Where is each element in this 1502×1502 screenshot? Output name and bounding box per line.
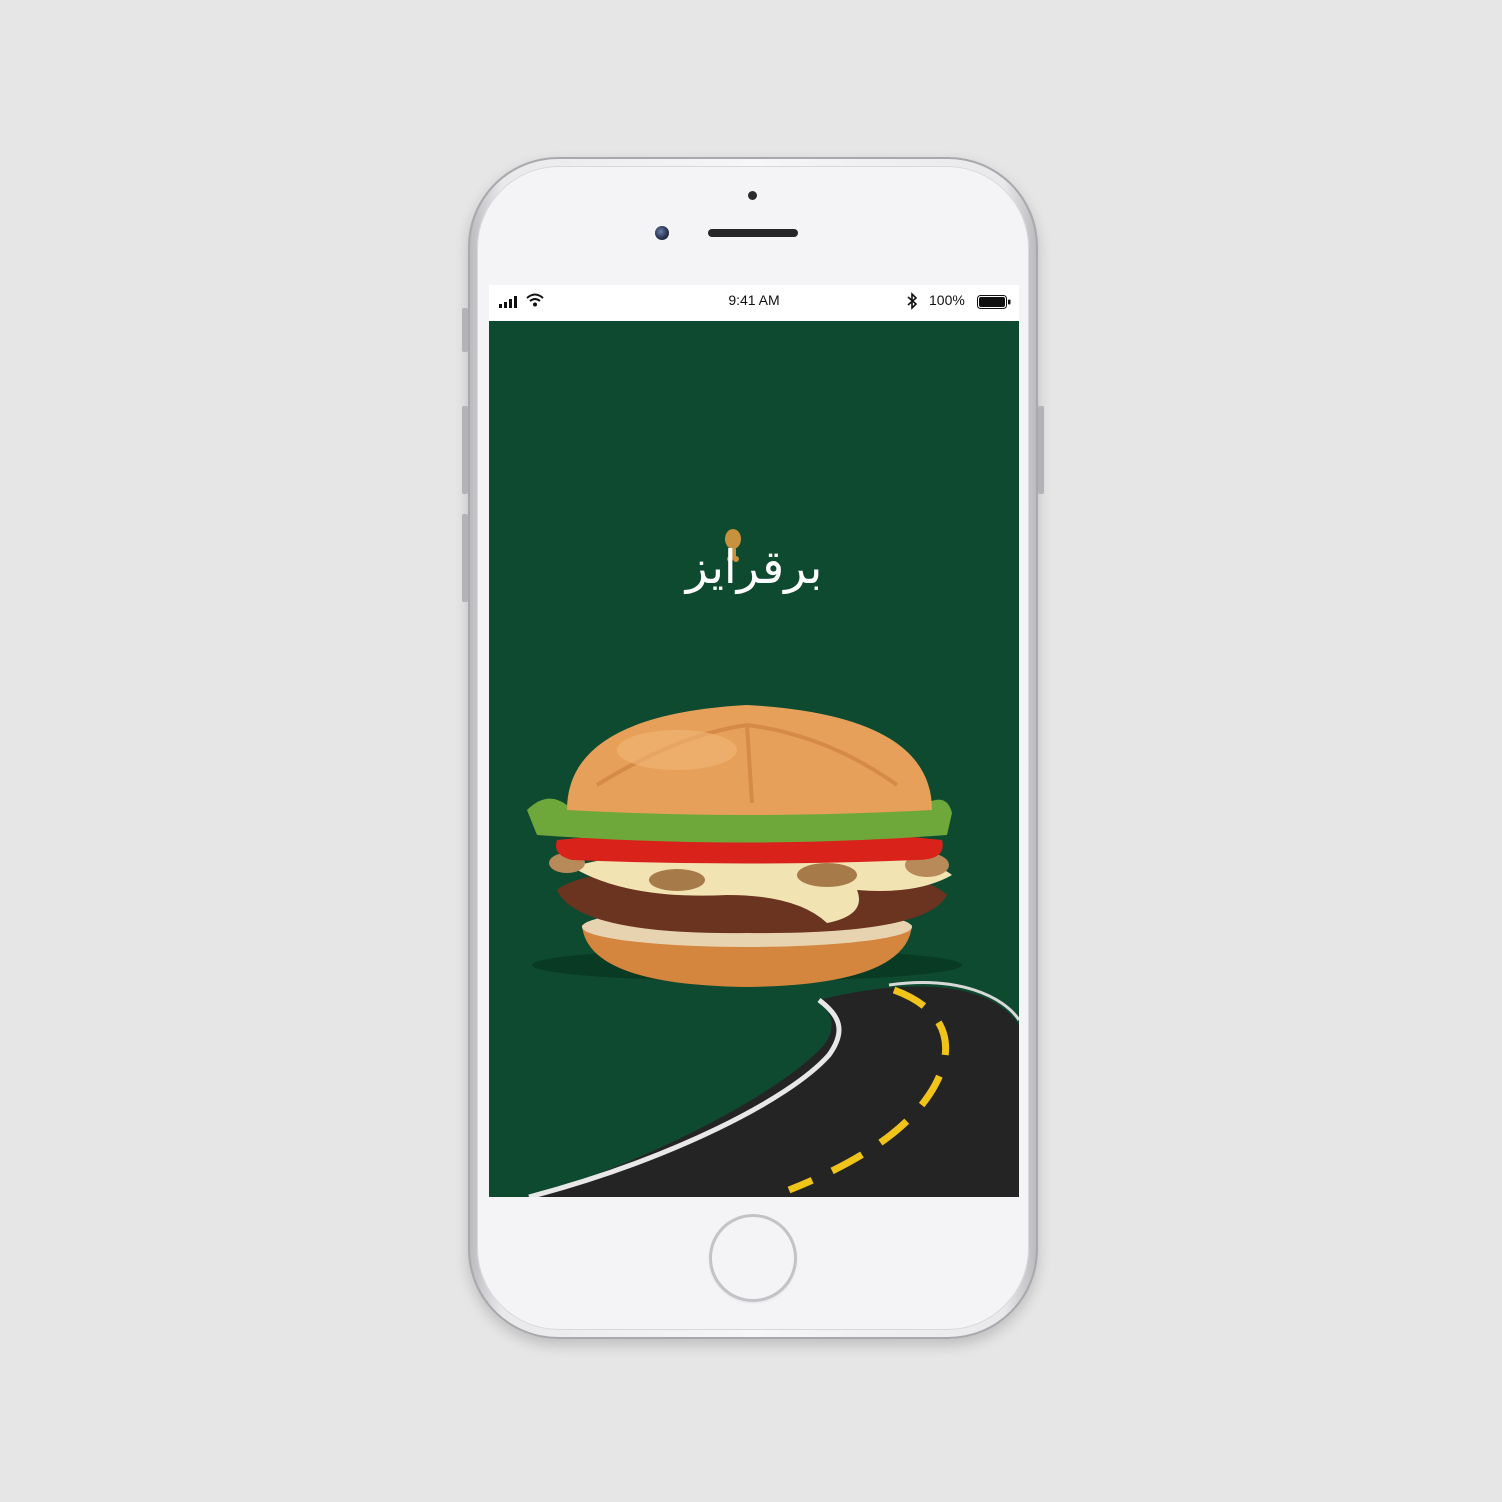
mute-switch — [462, 308, 468, 352]
front-camera — [655, 226, 669, 240]
power-button — [1038, 406, 1044, 494]
app-screen: 9:41 AM 100% برقرايز — [489, 285, 1019, 1197]
home-button[interactable] — [709, 1214, 797, 1302]
volume-up-button — [462, 406, 468, 494]
proximity-sensor — [748, 191, 757, 200]
volume-down-button — [462, 514, 468, 602]
brand-name: برقرايز — [685, 540, 823, 594]
brand-logo: برقرايز — [659, 529, 849, 609]
burger-image — [527, 705, 962, 987]
earpiece-speaker — [708, 229, 798, 237]
